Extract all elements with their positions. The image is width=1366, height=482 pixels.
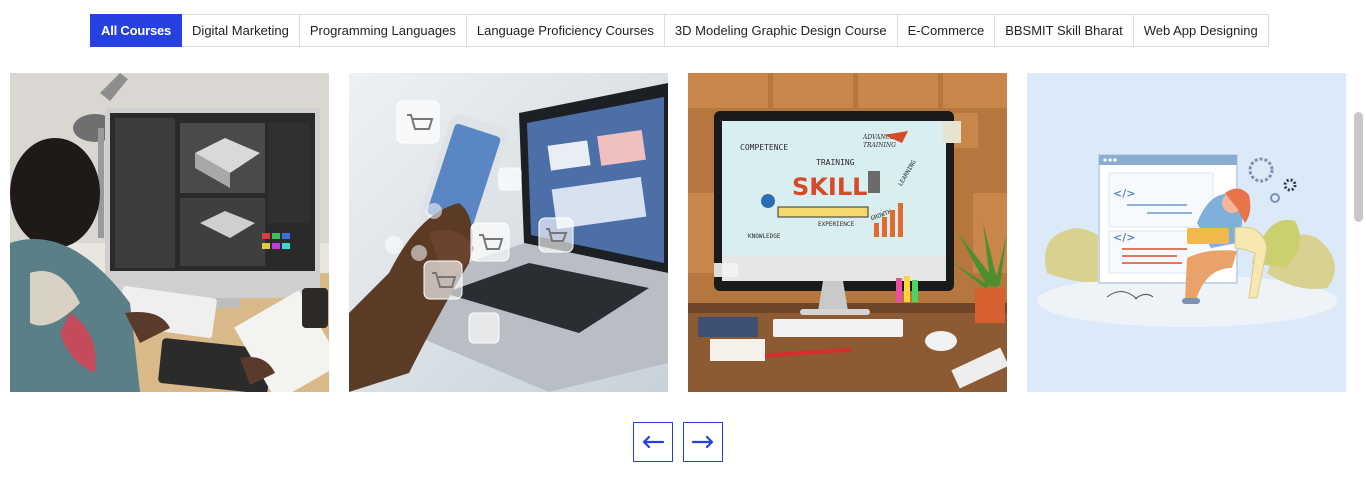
course-card-skill-training[interactable]: SKILL COMPETENCE TRAINING ADVANCED TRAIN… [688, 73, 1007, 392]
carousel-navigation [633, 422, 723, 462]
screen-word-competence: COMPETENCE [740, 143, 788, 152]
tab-web-app-designing[interactable]: Web App Designing [1133, 14, 1269, 47]
screen-word-experience: EXPERIENCE [818, 221, 855, 228]
previous-button[interactable] [633, 422, 673, 462]
tab-e-commerce[interactable]: E-Commerce [897, 14, 996, 47]
tab-language-proficiency-courses[interactable]: Language Proficiency Courses [466, 14, 665, 47]
screen-word-training: TRAINING [816, 158, 855, 167]
arrow-right-icon [692, 436, 714, 448]
skill-training-monitor-image: SKILL COMPETENCE TRAINING ADVANCED TRAIN… [688, 73, 1007, 392]
screen-word-knowledge: KNOWLEDGE [748, 233, 781, 240]
course-filter-tabs: All Courses Digital Marketing Programmin… [90, 14, 1269, 47]
code-tag-bottom: </> [1113, 231, 1135, 244]
page-scrollbar[interactable] [1352, 112, 1366, 222]
scrollbar-thumb[interactable] [1354, 112, 1363, 222]
course-card-3d-modeling[interactable] [10, 73, 329, 392]
tab-bbsmit-skill-bharat[interactable]: BBSMIT Skill Bharat [995, 14, 1134, 47]
tab-digital-marketing[interactable]: Digital Marketing [182, 14, 300, 47]
arrow-left-icon [642, 436, 664, 448]
tab-programming-languages[interactable]: Programming Languages [299, 14, 467, 47]
web-app-designing-illustration: </> </> [1027, 73, 1346, 392]
course-card-e-commerce[interactable] [349, 73, 668, 392]
ecommerce-phone-laptop-image [349, 73, 668, 392]
screen-word-advanced-training: TRAINING [863, 142, 896, 149]
code-tag-top: </> [1113, 187, 1135, 200]
3d-modeling-workstation-image [10, 73, 329, 392]
tab-3d-modeling-graphic-design[interactable]: 3D Modeling Graphic Design Course [664, 14, 898, 47]
course-card-web-app-designing[interactable]: </> </> [1027, 73, 1346, 392]
tab-all-courses[interactable]: All Courses [90, 14, 183, 47]
course-carousel: SKILL COMPETENCE TRAINING ADVANCED TRAIN… [10, 73, 1346, 392]
screen-word-skill: SKILL [792, 173, 867, 201]
next-button[interactable] [683, 422, 723, 462]
